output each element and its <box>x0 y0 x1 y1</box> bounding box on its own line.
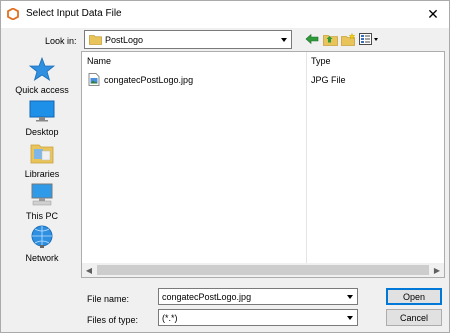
file-row[interactable]: congatecPostLogo.jpg JPG File <box>82 71 444 88</box>
back-arrow-icon <box>305 33 319 45</box>
cancel-button[interactable]: Cancel <box>386 309 442 326</box>
file-list[interactable]: Name Type congatecPostLogo.jpg JPG File … <box>81 51 445 278</box>
file-name-combo[interactable]: congatecPostLogo.jpg <box>158 288 358 305</box>
up-folder-button[interactable] <box>322 31 338 47</box>
scrollbar-thumb[interactable] <box>97 265 429 275</box>
place-desktop[interactable]: Desktop <box>9 98 75 137</box>
look-in-value: PostLogo <box>105 35 144 45</box>
place-libraries[interactable]: Libraries <box>9 140 75 179</box>
window-title: Select Input Data File <box>26 8 122 19</box>
new-folder-icon <box>340 32 355 46</box>
places-bar: Quick access Desktop Libraries This PC N… <box>9 50 75 276</box>
scroll-right-icon[interactable]: ▶ <box>430 263 444 277</box>
star-icon <box>29 57 55 81</box>
file-name: congatecPostLogo.jpg <box>104 75 194 85</box>
look-in-label: Look in: <box>45 36 77 46</box>
title-bar: Select Input Data File ✕ <box>1 1 449 28</box>
computer-icon <box>31 183 53 206</box>
chevron-down-icon[interactable] <box>277 31 291 48</box>
up-folder-icon <box>322 34 338 46</box>
files-of-type-value: (*.*) <box>162 313 178 323</box>
back-button[interactable] <box>304 31 320 47</box>
place-this-pc[interactable]: This PC <box>9 182 75 221</box>
look-in-dropdown[interactable]: PostLogo <box>84 30 292 49</box>
network-icon <box>31 225 53 248</box>
new-folder-button[interactable] <box>340 31 356 47</box>
view-menu-button[interactable] <box>358 31 380 47</box>
files-of-type-label: Files of type: <box>87 315 139 325</box>
place-network[interactable]: Network <box>9 224 75 263</box>
place-label: Quick access <box>15 85 69 95</box>
chevron-down-icon[interactable] <box>343 289 357 304</box>
app-icon <box>7 8 19 20</box>
place-label: Network <box>25 253 59 263</box>
column-header-type[interactable]: Type <box>306 52 444 70</box>
place-label: Libraries <box>24 169 60 179</box>
place-label: Desktop <box>25 127 59 137</box>
close-icon: ✕ <box>427 6 439 22</box>
scroll-left-icon[interactable]: ◀ <box>82 263 96 277</box>
open-button[interactable]: Open <box>386 288 442 305</box>
file-name-input[interactable]: congatecPostLogo.jpg <box>162 292 251 302</box>
files-of-type-combo[interactable]: (*.*) <box>158 309 358 326</box>
file-dialog: Select Input Data File ✕ Look in: PostLo… <box>0 0 450 333</box>
file-name-label: File name: <box>87 294 130 304</box>
column-header-name[interactable]: Name <box>82 52 306 70</box>
folder-icon <box>89 35 102 45</box>
place-quick-access[interactable]: Quick access <box>9 56 75 95</box>
horizontal-scrollbar[interactable]: ◀ ▶ <box>82 263 444 277</box>
close-button[interactable]: ✕ <box>417 1 449 28</box>
file-type: JPG File <box>311 75 346 85</box>
place-label: This PC <box>25 211 58 221</box>
image-file-icon <box>88 73 100 86</box>
libraries-icon <box>30 144 54 164</box>
view-menu-icon <box>359 33 378 45</box>
desktop-icon <box>29 100 55 122</box>
chevron-down-icon[interactable] <box>343 310 357 325</box>
